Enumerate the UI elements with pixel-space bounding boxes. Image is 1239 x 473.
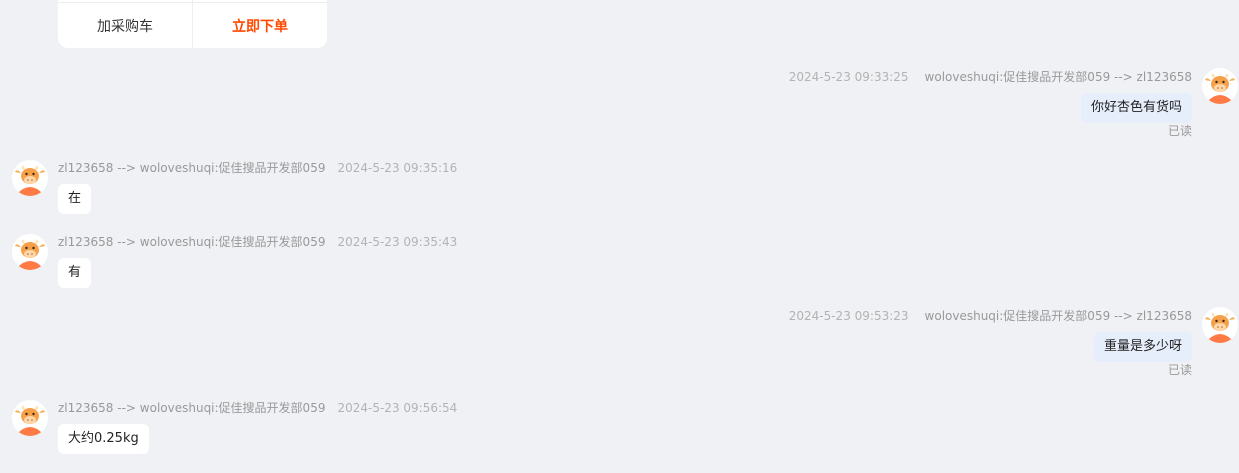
message-time: 2024-5-23 09:33:25 <box>788 70 909 84</box>
message-route: woloveshuqi:促佳搜品开发部059 --> zl123658 <box>924 70 1192 84</box>
avatar[interactable] <box>1202 68 1238 104</box>
message-time: 2024-5-23 09:56:54 <box>337 401 458 415</box>
message-meta: zl123658 --> woloveshuqi:促佳搜品开发部059 2024-… <box>58 160 457 176</box>
message-bubble[interactable]: 大约0.25kg <box>58 424 149 454</box>
cartoon-ox-avatar-icon <box>12 400 48 436</box>
avatar[interactable] <box>1202 307 1238 343</box>
message-meta: 2024-5-23 09:33:25 woloveshuqi:促佳搜品开发部059… <box>789 69 1192 85</box>
order-now-button[interactable]: 立即下单 <box>192 0 327 48</box>
message-bubble[interactable]: 有 <box>58 258 92 288</box>
message-time: 2024-5-23 09:35:43 <box>337 235 458 249</box>
message-meta: zl123658 --> woloveshuqi:促佳搜品开发部059 2024-… <box>58 400 457 416</box>
cartoon-ox-avatar-icon <box>12 234 48 270</box>
message-route: woloveshuqi:促佳搜品开发部059 --> zl123658 <box>924 309 1192 323</box>
message-bubble[interactable]: 你好杏色有货吗 <box>1080 93 1192 123</box>
avatar[interactable] <box>12 160 48 196</box>
avatar[interactable] <box>12 234 48 270</box>
message-bubble[interactable]: 重量是多少呀 <box>1093 332 1192 362</box>
avatar[interactable] <box>12 400 48 436</box>
message-route: zl123658 --> woloveshuqi:促佳搜品开发部059 <box>58 235 326 249</box>
cartoon-ox-avatar-icon <box>12 160 48 196</box>
read-status: 已读 <box>1167 363 1192 377</box>
message-time: 2024-5-23 09:53:23 <box>788 309 909 323</box>
message-bubble[interactable]: 在 <box>58 184 92 214</box>
message-meta: 2024-5-23 09:53:23 woloveshuqi:促佳搜品开发部059… <box>789 308 1192 324</box>
product-card-actions: 加采购车 立即下单 <box>58 0 327 48</box>
read-status: 已读 <box>1167 124 1192 138</box>
cartoon-ox-avatar-icon <box>1202 307 1238 343</box>
add-to-cart-button[interactable]: 加采购车 <box>58 0 192 48</box>
message-route: zl123658 --> woloveshuqi:促佳搜品开发部059 <box>58 401 326 415</box>
cartoon-ox-avatar-icon <box>1202 68 1238 104</box>
message-time: 2024-5-23 09:35:16 <box>337 161 458 175</box>
message-route: zl123658 --> woloveshuqi:促佳搜品开发部059 <box>58 161 326 175</box>
message-meta: zl123658 --> woloveshuqi:促佳搜品开发部059 2024-… <box>58 234 457 250</box>
